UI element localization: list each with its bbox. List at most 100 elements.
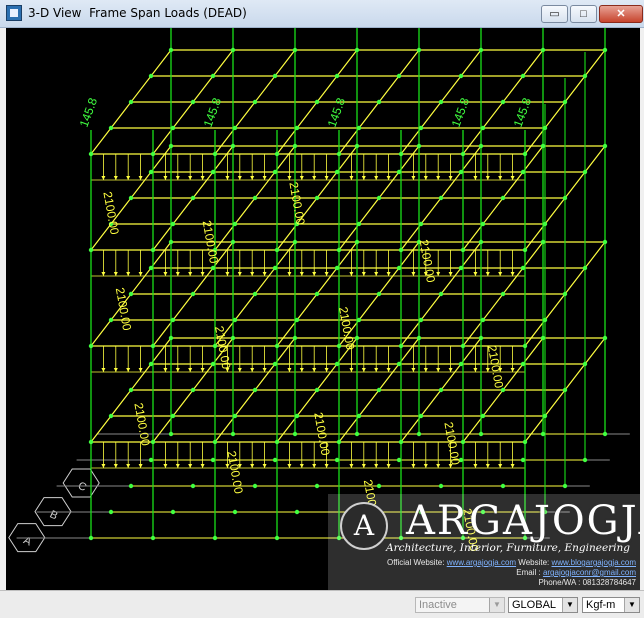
joint (170, 221, 176, 227)
point-load-label: 145.8 (511, 96, 535, 129)
joint (108, 317, 114, 323)
load-arrow-head (113, 176, 118, 180)
joint (150, 535, 156, 541)
load-arrow-head (485, 176, 490, 180)
joint (148, 73, 154, 79)
load-arrow-head (374, 272, 379, 276)
joint (230, 335, 236, 341)
load-arrow-head (448, 272, 453, 276)
joint (542, 413, 548, 419)
maximize-button[interactable]: □ (570, 5, 597, 23)
joint (500, 99, 506, 105)
close-button[interactable]: ✕ (599, 5, 643, 23)
load-arrow-head (101, 368, 106, 372)
joint (356, 125, 362, 131)
model-3d-viewport[interactable]: ABC145.8145.8145.8145.8145.8145.8145.814… (6, 28, 640, 590)
joint (522, 151, 528, 157)
email-link[interactable]: argajogjaconr@gmail.com (543, 568, 636, 577)
load-arrow-head (485, 464, 490, 468)
joint (88, 247, 94, 253)
load-arrow-head (510, 368, 515, 372)
joint (170, 317, 176, 323)
joint (398, 151, 404, 157)
load-arrow-head (225, 176, 230, 180)
joint (500, 387, 506, 393)
status-dropdown-value: Inactive (419, 599, 457, 611)
load-arrow-head (250, 176, 255, 180)
joint (438, 483, 444, 489)
load-arrow-head (473, 368, 478, 372)
joint (274, 151, 280, 157)
joint (562, 99, 568, 105)
load-arrow-head (262, 176, 267, 180)
joint (274, 247, 280, 253)
load-arrow-head (200, 272, 205, 276)
joint (478, 47, 484, 53)
joint (396, 169, 402, 175)
load-arrow-head (175, 464, 180, 468)
status-dropdown[interactable]: Inactive ▼ (415, 597, 505, 613)
joint (438, 387, 444, 393)
joint (210, 361, 216, 367)
point-load-label: 145.8 (325, 96, 349, 129)
joint (168, 47, 174, 53)
joint (500, 195, 506, 201)
load-arrow-head (200, 368, 205, 372)
joint (398, 343, 404, 349)
minimize-button[interactable]: ▭ (541, 5, 568, 23)
joint (314, 195, 320, 201)
contact-email: Email : argajogjaconr@gmail.com (516, 568, 636, 577)
joint (190, 291, 196, 297)
load-arrow-head (498, 272, 503, 276)
load-arrow-head (312, 176, 317, 180)
joint (128, 387, 134, 393)
joint (252, 291, 258, 297)
load-arrow-head (126, 464, 131, 468)
load-arrow-head (163, 176, 168, 180)
load-arrow-head (436, 464, 441, 468)
joint (562, 483, 568, 489)
chevron-down-icon: ▼ (489, 598, 504, 612)
joint (602, 431, 608, 437)
load-arrow-head (287, 176, 292, 180)
app-icon[interactable] (6, 5, 22, 21)
joint (88, 343, 94, 349)
load-arrow-head (361, 464, 366, 468)
website-link[interactable]: www.argajogja.com (447, 558, 516, 567)
joint (252, 99, 258, 105)
joint (500, 483, 506, 489)
point-load-label: 145.8 (201, 96, 225, 129)
joint (458, 169, 464, 175)
joint (314, 483, 320, 489)
joint (542, 317, 548, 323)
joint (294, 509, 300, 515)
joint (292, 431, 298, 437)
joint (418, 125, 424, 131)
coordinate-system-dropdown[interactable]: GLOBAL ▼ (508, 597, 578, 613)
joint (232, 125, 238, 131)
load-arrow-head (299, 272, 304, 276)
joint (108, 125, 114, 131)
joint (274, 343, 280, 349)
maximize-icon: □ (580, 8, 587, 20)
joint (148, 361, 154, 367)
joint (356, 221, 362, 227)
joint (520, 457, 526, 463)
joint (478, 239, 484, 245)
joint (232, 509, 238, 515)
blog-link[interactable]: www.blogargajogja.com (552, 558, 637, 567)
span-load-label: 2100.00 (131, 402, 152, 447)
close-icon: ✕ (616, 8, 626, 20)
units-dropdown[interactable]: Kgf-m ▼ (582, 597, 640, 613)
joint (396, 457, 402, 463)
load-arrow-head (188, 272, 193, 276)
load-arrow-head (411, 176, 416, 180)
load-arrow-head (113, 464, 118, 468)
joint (582, 361, 588, 367)
load-arrow-head (250, 464, 255, 468)
chevron-down-icon: ▼ (624, 598, 639, 612)
joint (416, 431, 422, 437)
joint (460, 343, 466, 349)
load-arrow-head (101, 272, 106, 276)
load-arrow-head (349, 368, 354, 372)
